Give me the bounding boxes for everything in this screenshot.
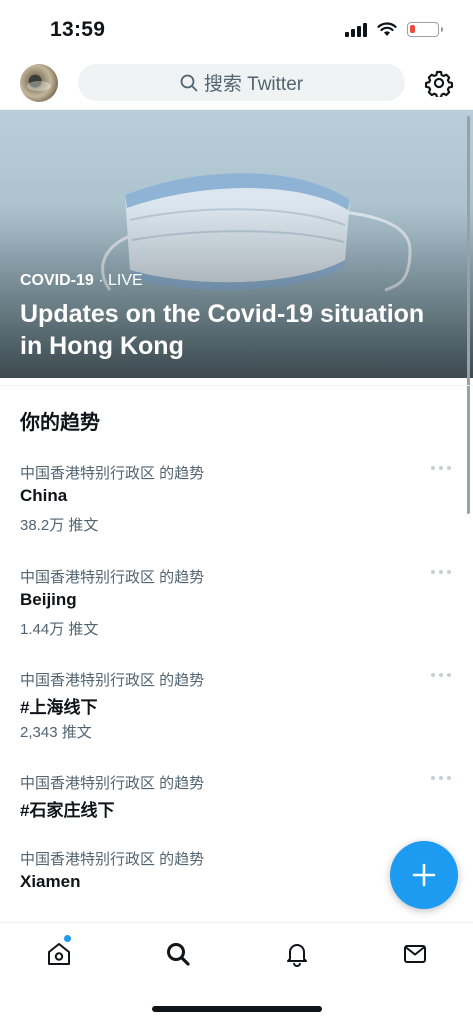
trend-name: China <box>20 486 68 505</box>
status-bar: 13:59 <box>0 0 473 58</box>
trend-context: 中国香港特别行政区 的趋势 <box>20 465 205 482</box>
trend-count: 38.2万 推文 <box>20 517 99 534</box>
status-time: 13:59 <box>50 18 106 41</box>
wifi-icon <box>377 22 397 36</box>
plus-icon <box>412 863 436 887</box>
trend-count: 2,343 推文 <box>20 724 92 741</box>
scrollbar[interactable] <box>467 116 470 514</box>
battery-level <box>410 25 415 33</box>
profile-avatar[interactable] <box>20 64 58 102</box>
trend-item[interactable]: 中国香港特别行政区 的趋势 Beijing 1.44万 推文 <box>0 566 473 666</box>
trend-name: Beijing <box>20 590 77 609</box>
home-icon <box>48 943 70 965</box>
trend-name: Xiamen <box>20 872 81 891</box>
hero-tag: COVID-19 · LIVE <box>20 272 143 290</box>
compose-button[interactable] <box>390 841 458 909</box>
gear-icon[interactable] <box>425 69 453 97</box>
trend-context: 中国香港特别行政区 的趋势 <box>20 672 205 689</box>
trend-count: 1.44万 推文 <box>20 621 99 638</box>
home-indicator <box>152 1006 322 1012</box>
more-icon[interactable] <box>431 776 451 782</box>
hero-title: Updates on the Covid-19 situation in Hon… <box>20 300 425 360</box>
more-icon[interactable] <box>431 673 451 679</box>
battery-icon <box>407 22 443 37</box>
notification-dot <box>64 935 71 942</box>
cellular-signal-icon <box>345 22 367 37</box>
search-input[interactable]: 搜索 Twitter <box>78 64 405 101</box>
search-placeholder: 搜索 Twitter <box>203 74 304 95</box>
trend-item[interactable]: 中国香港特别行政区 的趋势 China 38.2万 推文 <box>0 462 473 562</box>
more-icon[interactable] <box>431 466 451 472</box>
trends-section-title: 你的趋势 <box>20 412 100 434</box>
mail-icon <box>404 945 426 963</box>
trend-context: 中国香港特别行政区 的趋势 <box>20 851 205 868</box>
tab-notifications[interactable] <box>282 939 312 969</box>
trend-item[interactable]: 中国香港特别行政区 的趋势 #石家庄线下 <box>0 772 473 842</box>
tab-home[interactable] <box>44 939 74 969</box>
hero-separator: · <box>93 272 109 289</box>
search-icon <box>180 74 198 91</box>
bell-icon <box>287 944 307 967</box>
hero-category: COVID-19 <box>20 272 94 289</box>
search-icon <box>167 943 190 966</box>
trend-item[interactable]: 中国香港特别行政区 的趋势 #上海线下 2,343 推文 <box>0 669 473 769</box>
trend-context: 中国香港特别行政区 的趋势 <box>20 775 205 792</box>
top-nav: 搜索 Twitter <box>0 58 473 110</box>
status-icons <box>345 22 443 37</box>
hero-card[interactable]: COVID-19 · LIVE Updates on the Covid-19 … <box>0 110 473 378</box>
trend-name: #石家庄线下 <box>20 801 115 820</box>
section-divider <box>0 378 473 386</box>
trend-context: 中国香港特别行政区 的趋势 <box>20 569 205 586</box>
tab-messages[interactable] <box>400 939 430 969</box>
hero-status: LIVE <box>108 272 143 289</box>
more-icon[interactable] <box>431 570 451 576</box>
trend-name: #上海线下 <box>20 698 98 717</box>
tab-search[interactable] <box>163 939 193 969</box>
